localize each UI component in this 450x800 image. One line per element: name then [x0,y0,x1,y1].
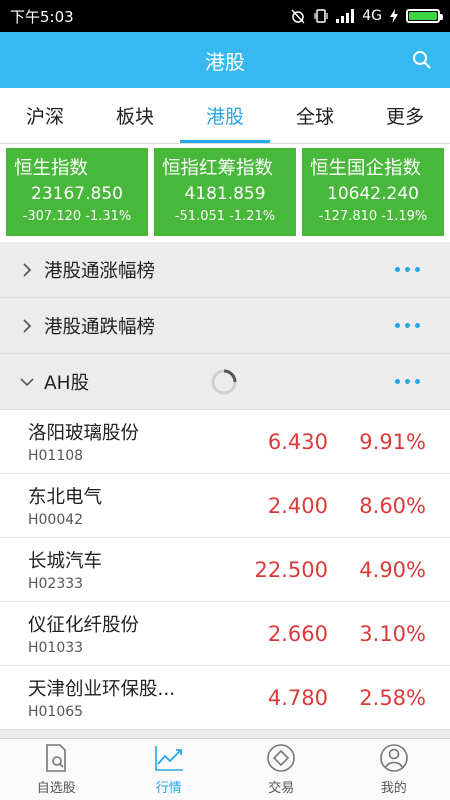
stock-price: 2.400 [267,493,328,518]
index-card-hscei[interactable]: 恒生国企指数 10642.240 -127.810 -1.19% [302,148,444,236]
stock-name: 洛阳玻璃股份 [28,423,140,444]
index-change: -51.051 -1.21% [174,209,276,224]
stock-code: H01065 [28,704,84,720]
app-screen: 下午5:03 4G 港股 沪深 板块 港股 全球 更多 恒生指数 23167.8… [0,0,450,800]
status-icons: 4G [290,8,443,24]
stock-row[interactable]: 洛阳玻璃股份 H01108 6.430 9.91% [0,410,450,474]
stock-price: 2.660 [267,621,328,646]
more-dots-icon[interactable] [395,379,420,384]
stock-code: H00042 [28,512,84,528]
index-value: 23167.850 [31,184,123,204]
page-title: 港股 [205,49,245,74]
loading-spinner-icon [211,369,237,395]
stock-row[interactable]: 仪征化纤股份 H01033 2.660 3.10% [0,602,450,666]
nav-label: 交易 [268,781,295,796]
user-icon [379,744,408,772]
section-hk-connect-gainers[interactable]: 港股通涨幅榜 [0,242,450,298]
nav-trade[interactable]: 交易 [225,739,338,800]
section-label: 港股通跌幅榜 [44,316,156,338]
nav-watchlist[interactable]: 自选股 [0,739,113,800]
stock-code: H01033 [28,640,84,656]
stock-code: H01108 [28,448,84,464]
market-tabs: 沪深 板块 港股 全球 更多 [0,88,450,144]
tab-global[interactable]: 全球 [270,88,360,143]
chevron-right-icon [23,262,32,277]
vibrate-icon [314,9,328,23]
signal-icon [336,9,355,23]
section-hk-connect-losers[interactable]: 港股通跌幅榜 [0,298,450,354]
index-change: -307.120 -1.31% [22,209,132,224]
stock-price: 6.430 [267,429,328,454]
stock-row[interactable]: 长城汽车 H02333 22.500 4.90% [0,538,450,602]
stock-code: H02333 [28,576,84,592]
index-change: -127.810 -1.19% [318,209,428,224]
line-chart-icon [154,746,183,771]
stock-change-pct: 2.58% [359,685,426,710]
index-card-hsi[interactable]: 恒生指数 23167.850 -307.120 -1.31% [6,148,148,236]
status-time: 下午5:03 [10,7,74,26]
section-label: 港股通涨幅榜 [44,260,156,282]
more-dots-icon[interactable] [395,323,420,328]
chevron-right-icon [23,318,32,333]
alarm-muted-icon [291,9,305,24]
more-dots-icon[interactable] [395,267,420,272]
nav-label: 我的 [380,781,407,796]
stock-price: 4.780 [267,685,328,710]
app-header: 港股 [0,32,450,88]
charging-icon [390,9,398,23]
network-label: 4G [362,8,382,24]
tab-hk[interactable]: 港股 [180,88,270,143]
status-bar: 下午5:03 4G [0,0,450,32]
stock-row[interactable]: 天津创业环保股... H01065 4.780 2.58% [0,666,450,730]
nav-label: 自选股 [36,781,76,796]
tab-more[interactable]: 更多 [360,88,450,143]
index-value: 4181.859 [184,184,266,204]
nav-label: 行情 [155,781,182,796]
nav-market[interactable]: 行情 [113,739,226,800]
battery-icon [406,9,443,23]
index-card-red-chip[interactable]: 恒指红筹指数 4181.859 -51.051 -1.21% [154,148,296,236]
tab-hushen[interactable]: 沪深 [0,88,90,143]
document-search-icon [46,744,67,772]
index-name: 恒指红筹指数 [162,158,274,179]
tab-sector[interactable]: 板块 [90,88,180,143]
bottom-nav: 自选股 行情 交易 我的 [0,738,450,800]
stock-change-pct: 8.60% [359,493,426,518]
index-name: 恒生国企指数 [310,158,422,179]
stock-row[interactable]: 东北电气 H00042 2.400 8.60% [0,474,450,538]
index-value: 10642.240 [327,184,419,204]
stock-price: 22.500 [254,557,328,582]
stock-name: 长城汽车 [28,551,103,572]
stock-name: 仪征化纤股份 [28,615,140,636]
trade-icon [267,744,296,772]
chevron-down-icon [20,377,34,386]
index-cards: 恒生指数 23167.850 -307.120 -1.31% 恒指红筹指数 41… [0,144,450,242]
search-icon[interactable] [412,50,432,70]
stock-change-pct: 4.90% [359,557,426,582]
section-ah-shares[interactable]: AH股 [0,354,450,410]
stock-name: 天津创业环保股... [28,679,176,700]
stock-change-pct: 9.91% [359,429,426,454]
ah-stock-list: 洛阳玻璃股份 H01108 6.430 9.91% 东北电气 H00042 2.… [0,410,450,730]
stock-change-pct: 3.10% [359,621,426,646]
nav-profile[interactable]: 我的 [338,739,450,800]
stock-name: 东北电气 [28,487,103,508]
index-name: 恒生指数 [14,158,89,179]
